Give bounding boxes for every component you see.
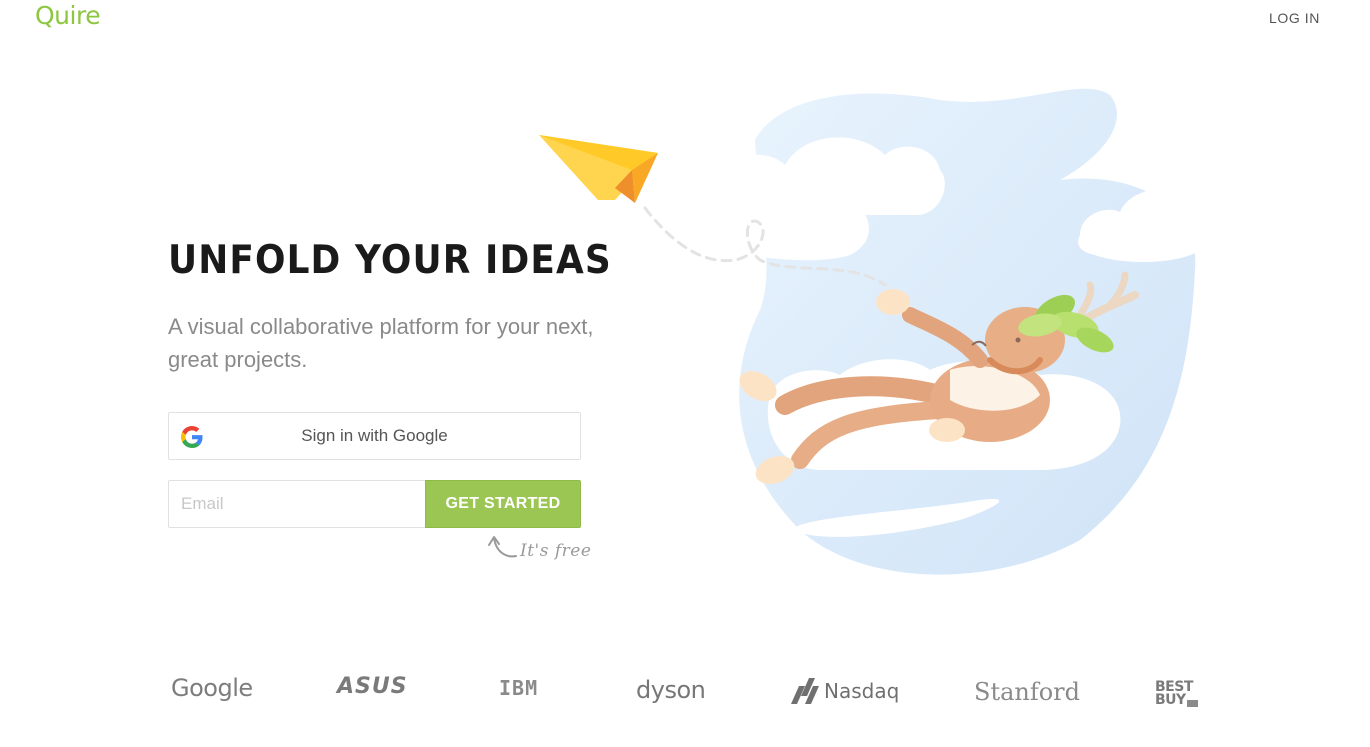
- logo-google: Google: [171, 674, 253, 702]
- bestbuy-tag-icon: [1186, 700, 1198, 707]
- logo-nasdaq: Nasdaq: [791, 678, 899, 704]
- hero-illustration: [539, 88, 1211, 575]
- site-logo[interactable]: Quire: [35, 1, 101, 30]
- email-input[interactable]: [168, 480, 425, 528]
- logo-bestbuy: BEST BUY: [1155, 680, 1198, 707]
- customer-logos: Google ASUS IBM dyson Nasdaq Stanford BE…: [0, 668, 1370, 718]
- google-g-icon: [181, 426, 203, 448]
- logo-ibm: IBM: [499, 676, 539, 700]
- login-link[interactable]: LOG IN: [1269, 10, 1320, 26]
- logo-stanford: Stanford: [974, 678, 1081, 706]
- nasdaq-text: Nasdaq: [824, 679, 900, 703]
- curved-arrow-icon: [488, 536, 517, 558]
- cloud-upper-left-extension: [674, 191, 869, 261]
- paper-plane-icon: [539, 135, 658, 203]
- logo-asus: ASUS: [337, 674, 408, 699]
- logo-dyson: dyson: [636, 676, 706, 704]
- google-button-label: Sign in with Google: [301, 426, 448, 445]
- nasdaq-mark-icon: [791, 678, 819, 704]
